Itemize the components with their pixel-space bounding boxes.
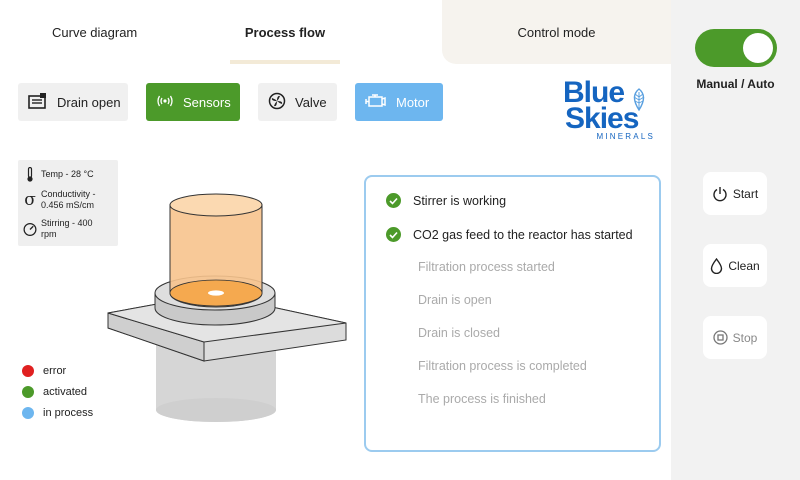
- legend-error-label: error: [43, 365, 67, 377]
- clean-button[interactable]: Clean: [703, 244, 767, 287]
- legend-in-process-label: in process: [43, 407, 94, 419]
- control-sidebar: Manual / Auto Start Clean Stop: [671, 0, 800, 480]
- sensors-label: Sensors: [183, 94, 231, 110]
- valve-label: Valve: [295, 94, 327, 110]
- drain-open-button[interactable]: Drain open: [18, 83, 128, 121]
- tab-process-flow-label: Process flow: [244, 24, 326, 40]
- reactor-illustration: [107, 193, 347, 422]
- start-label: Start: [732, 186, 759, 201]
- status-text: The process is finished: [418, 392, 546, 406]
- stop-icon: [713, 330, 728, 345]
- tab-control-mode[interactable]: Control mode: [442, 0, 671, 64]
- motor-label: Motor: [396, 94, 430, 110]
- status-item-pending: Drain is closed: [418, 326, 500, 340]
- status-text: Drain is open: [418, 293, 492, 307]
- status-item-pending: Drain is open: [418, 293, 492, 307]
- status-item-pending: Filtration process is completed: [418, 359, 587, 373]
- clean-label: Clean: [728, 258, 760, 273]
- blue-skies-logo: Blue Skies MINERALS: [563, 78, 663, 146]
- conductivity-line-2: 0.456 mS/cm: [41, 200, 95, 210]
- active-tab-indicator: [230, 60, 340, 64]
- check-circle-icon: [386, 227, 401, 242]
- valve-fan-icon: [268, 92, 286, 113]
- stirring-reading: Stirring - 400 rpm: [23, 218, 93, 240]
- legend-in-process: in process: [22, 407, 93, 419]
- status-item-done: CO2 gas feed to the reactor has started: [386, 227, 633, 242]
- sensors-button[interactable]: Sensors: [146, 83, 240, 121]
- in-process-dot-icon: [22, 407, 34, 419]
- leaf-icon: [633, 88, 645, 112]
- activated-dot-icon: [22, 386, 34, 398]
- drain-open-label: Drain open: [57, 94, 121, 110]
- conductivity-line-1: Conductivity -: [41, 189, 96, 199]
- stirring-line-2: rpm: [41, 229, 57, 239]
- manual-auto-toggle[interactable]: [695, 29, 777, 67]
- stop-label: Stop: [732, 330, 758, 345]
- motor-button[interactable]: Motor: [355, 83, 443, 121]
- check-circle-icon: [386, 193, 401, 208]
- drain-icon: [28, 92, 48, 113]
- stop-button[interactable]: Stop: [703, 316, 767, 359]
- conductivity-reading: σ Conductivity - 0.456 mS/cm: [23, 189, 96, 211]
- legend-error: error: [22, 365, 66, 377]
- thermometer-icon: [23, 167, 37, 182]
- power-icon: [712, 186, 728, 202]
- stirring-line-1: Stirring - 400: [41, 218, 93, 228]
- manual-auto-label: Manual / Auto: [696, 77, 775, 91]
- error-dot-icon: [22, 365, 34, 377]
- sensor-waves-icon: [156, 94, 174, 111]
- temp-reading: Temp - 28 °C: [23, 167, 94, 182]
- status-text: Drain is closed: [418, 326, 500, 340]
- status-item-pending: Filtration process started: [418, 260, 555, 274]
- sigma-icon: σ: [24, 189, 36, 210]
- status-text: Filtration process is completed: [418, 359, 587, 373]
- motor-icon: [365, 93, 387, 112]
- tab-control-mode-label: Control mode: [517, 24, 596, 40]
- start-button[interactable]: Start: [703, 172, 767, 215]
- status-text: CO2 gas feed to the reactor has started: [413, 227, 633, 242]
- toggle-knob: [743, 33, 773, 63]
- legend-activated-label: activated: [43, 386, 88, 398]
- tab-curve-diagram-label: Curve diagram: [52, 24, 138, 40]
- status-item-done: Stirrer is working: [386, 193, 506, 208]
- legend-activated: activated: [22, 386, 87, 398]
- valve-button[interactable]: Valve: [258, 83, 337, 121]
- tab-process-flow[interactable]: Process flow: [230, 0, 340, 64]
- process-status-list: Stirrer is working CO2 gas feed to the r…: [364, 175, 661, 452]
- temp-text: Temp - 28 °C: [41, 169, 94, 179]
- status-text: Stirrer is working: [413, 193, 507, 208]
- gauge-icon: [23, 222, 37, 237]
- status-text: Filtration process started: [418, 260, 555, 274]
- tab-curve-diagram[interactable]: Curve diagram: [18, 0, 168, 64]
- status-item-pending: The process is finished: [418, 392, 546, 406]
- droplet-icon: [710, 257, 723, 274]
